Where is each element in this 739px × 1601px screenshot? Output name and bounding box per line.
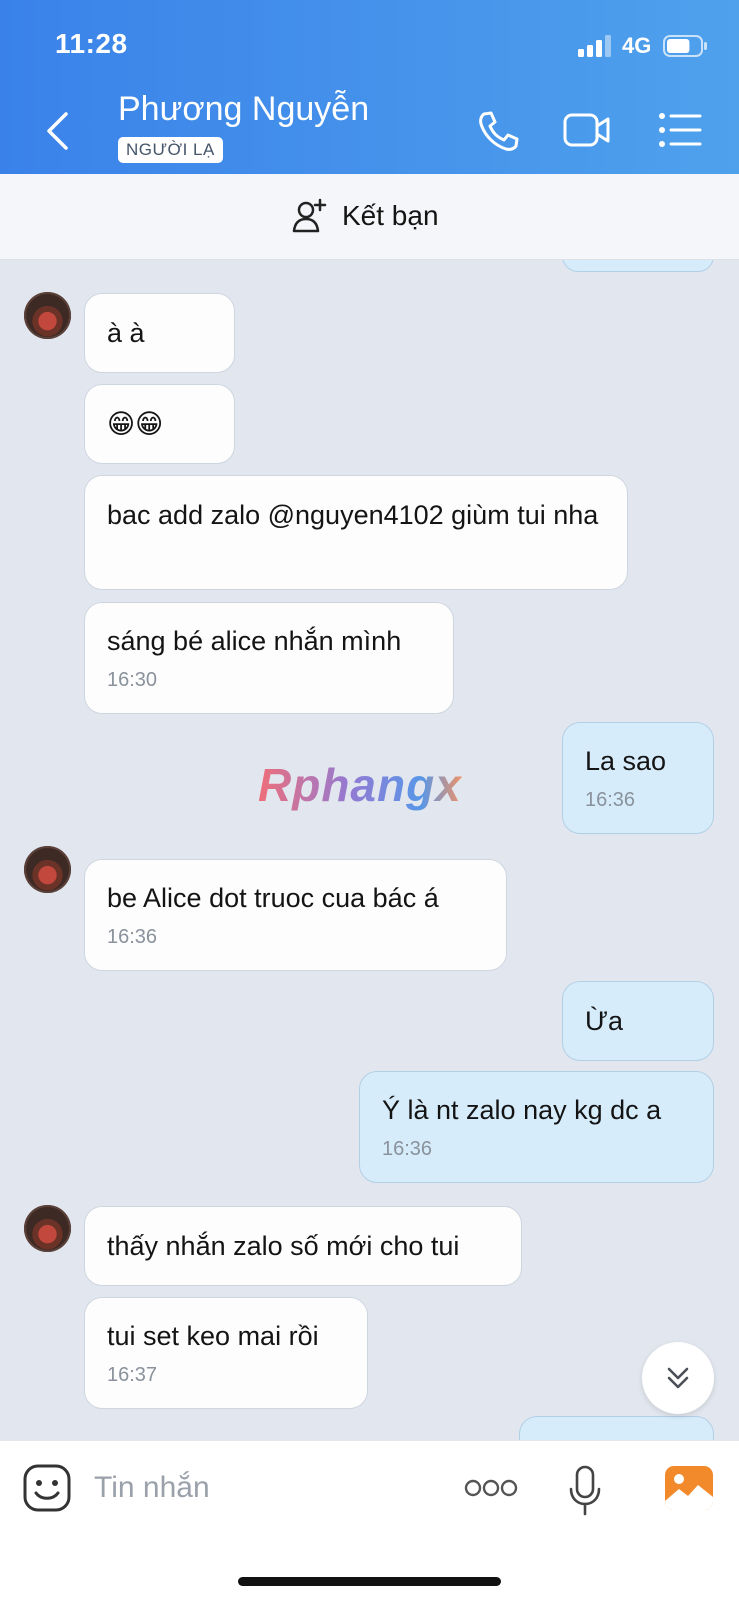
message-bubble-mine[interactable]: La sao 16:36 (562, 722, 714, 834)
message-list[interactable]: à à 😁😁 bac add zalo @nguyen4102 giùm tui… (0, 260, 739, 1440)
message-time: 16:37 (107, 1364, 158, 1386)
message-text: sáng bé alice nhắn mình (107, 626, 402, 656)
avatar[interactable] (24, 1205, 71, 1252)
back-arrow-icon[interactable] (40, 106, 80, 156)
message-time: 16:30 (107, 669, 158, 691)
contact-name[interactable]: Phương Nguyễn (118, 90, 369, 129)
scroll-to-bottom-button[interactable] (642, 1342, 714, 1414)
message-bubble[interactable]: bac add zalo @nguyen4102 giùm tui nha (84, 475, 628, 590)
stranger-badge: NGƯỜI LẠ (118, 137, 223, 163)
message-text: La sao (585, 746, 667, 776)
status-time: 11:28 (55, 28, 128, 59)
watermark: Rphangx (258, 759, 462, 811)
message-bubble[interactable]: tui set keo mai rồi 16:37 (84, 1297, 368, 1409)
message-bubble-partial (519, 1416, 714, 1440)
message-bubble[interactable]: be Alice dot truoc cua bác á 16:36 (84, 859, 507, 971)
message-input[interactable]: Tin nhắn (94, 1471, 210, 1505)
network-type: 4G (622, 33, 652, 58)
signal-icon (578, 35, 611, 57)
message-bubble[interactable]: à à (84, 293, 235, 373)
video-camera-icon[interactable] (562, 108, 612, 152)
avatar[interactable] (24, 292, 71, 339)
avatar[interactable] (24, 846, 71, 893)
microphone-icon[interactable] (568, 1465, 602, 1517)
message-time: 16:36 (382, 1138, 433, 1160)
list-menu-icon[interactable] (656, 108, 706, 152)
message-text: be Alice dot truoc cua bác á (107, 883, 439, 913)
message-time: 16:36 (585, 789, 636, 811)
message-bubble-mine[interactable]: Ừa (562, 981, 714, 1061)
message-text: 😁😁 (107, 409, 164, 439)
message-bubble-mine[interactable]: Ý là nt zalo nay kg dc a 16:36 (359, 1071, 714, 1183)
add-friend-button[interactable]: Kết bạn (292, 196, 439, 236)
add-friend-bar: Kết bạn (0, 174, 739, 260)
message-text: bac add zalo @nguyen4102 giùm tui nha (107, 500, 599, 530)
more-options-icon[interactable] (464, 1479, 518, 1497)
message-text: à à (107, 318, 145, 348)
chevron-double-down-icon (667, 1367, 689, 1389)
message-composer: Tin nhắn (0, 1440, 739, 1601)
add-friend-label: Kết bạn (342, 200, 439, 231)
phone-icon[interactable] (474, 108, 524, 152)
message-bubble[interactable]: thấy nhắn zalo số mới cho tui (84, 1206, 522, 1286)
message-bubble[interactable]: 😁😁 (84, 384, 235, 464)
message-text: thấy nhắn zalo số mới cho tui (107, 1231, 460, 1261)
message-bubble-partial (562, 260, 714, 272)
message-time: 16:36 (107, 926, 158, 948)
add-user-icon (292, 198, 327, 233)
message-bubble[interactable]: sáng bé alice nhắn mình 16:30 (84, 602, 454, 714)
sticker-icon[interactable] (22, 1463, 72, 1513)
message-text: Ý là nt zalo nay kg dc a (382, 1095, 662, 1125)
battery-icon (663, 35, 707, 57)
message-text: tui set keo mai rồi (107, 1321, 319, 1351)
message-text: Ừa (585, 1006, 624, 1036)
home-indicator (238, 1577, 501, 1586)
chat-header: 11:28 4G Phương Nguyễn NGƯỜI LẠ (0, 0, 739, 174)
image-gallery-icon[interactable] (664, 1465, 714, 1511)
